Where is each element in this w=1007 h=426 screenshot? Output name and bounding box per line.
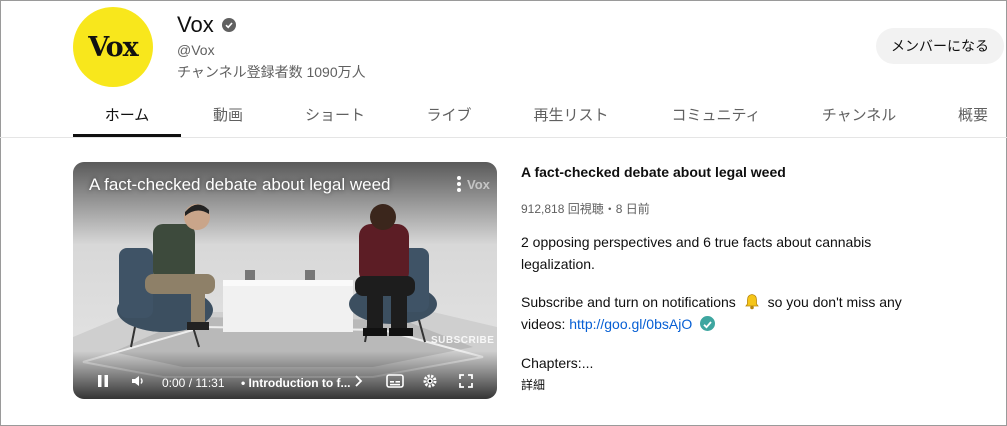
- settings-icon[interactable]: [422, 373, 438, 389]
- channel-tabs: ホーム 動画 ショート ライブ 再生リスト コミュニティ チャンネル 概要: [73, 95, 1007, 137]
- video-player[interactable]: A fact-checked debate about legal weed V…: [73, 162, 497, 399]
- subscriber-count: チャンネル登録者数 1090万人: [177, 64, 366, 80]
- tabs-divider: [0, 137, 1007, 138]
- chapter-title[interactable]: • Introduction to f...: [241, 376, 351, 390]
- chapters-label: Chapters:...: [521, 355, 594, 371]
- brand-watermark: Vox: [467, 177, 490, 192]
- video-meta: 912,818 回視聴・8 日前: [521, 202, 650, 216]
- volume-icon[interactable]: [130, 373, 146, 389]
- tab-videos[interactable]: 動画: [191, 95, 265, 137]
- tab-about[interactable]: 概要: [949, 95, 997, 137]
- tab-community[interactable]: コミュニティ: [661, 95, 771, 137]
- show-more-link[interactable]: 詳細: [521, 376, 545, 393]
- subscribe-watermark[interactable]: SUBSCRIBE: [431, 335, 494, 346]
- channel-name: Vox: [177, 12, 214, 37]
- video-overlay-title[interactable]: A fact-checked debate about legal weed: [89, 175, 391, 195]
- description-subscribe: Subscribe and turn on notifications so y…: [521, 291, 921, 335]
- bell-icon: [744, 294, 759, 310]
- join-member-button[interactable]: メンバーになる: [876, 28, 1004, 64]
- tab-playlists[interactable]: 再生リスト: [523, 95, 619, 137]
- video-title[interactable]: A fact-checked debate about legal weed: [521, 164, 786, 180]
- tab-home[interactable]: ホーム: [73, 95, 181, 137]
- subscribe-text: Subscribe and turn on notifications: [521, 294, 736, 310]
- time-display: 0:00 / 11:31: [162, 376, 225, 390]
- tab-shorts[interactable]: ショート: [293, 95, 377, 137]
- channel-avatar[interactable]: Vox: [73, 7, 153, 87]
- more-vert-icon[interactable]: [455, 175, 463, 195]
- avatar-logo-text: Vox: [88, 31, 139, 63]
- subtitles-icon[interactable]: [386, 373, 404, 389]
- chevron-right-icon[interactable]: [353, 374, 365, 388]
- channel-handle: @Vox: [177, 42, 215, 58]
- tab-live[interactable]: ライブ: [413, 95, 485, 137]
- tab-channels[interactable]: チャンネル: [811, 95, 907, 137]
- channel-name-row: Vox: [177, 12, 236, 38]
- pause-icon[interactable]: [95, 373, 111, 389]
- description-link[interactable]: http://goo.gl/0bsAjO: [569, 316, 692, 332]
- description-summary: 2 opposing perspectives and 6 true facts…: [521, 234, 872, 272]
- verified-check-icon: [221, 18, 236, 32]
- fullscreen-icon[interactable]: [458, 373, 474, 389]
- check-mark-icon: [700, 316, 716, 331]
